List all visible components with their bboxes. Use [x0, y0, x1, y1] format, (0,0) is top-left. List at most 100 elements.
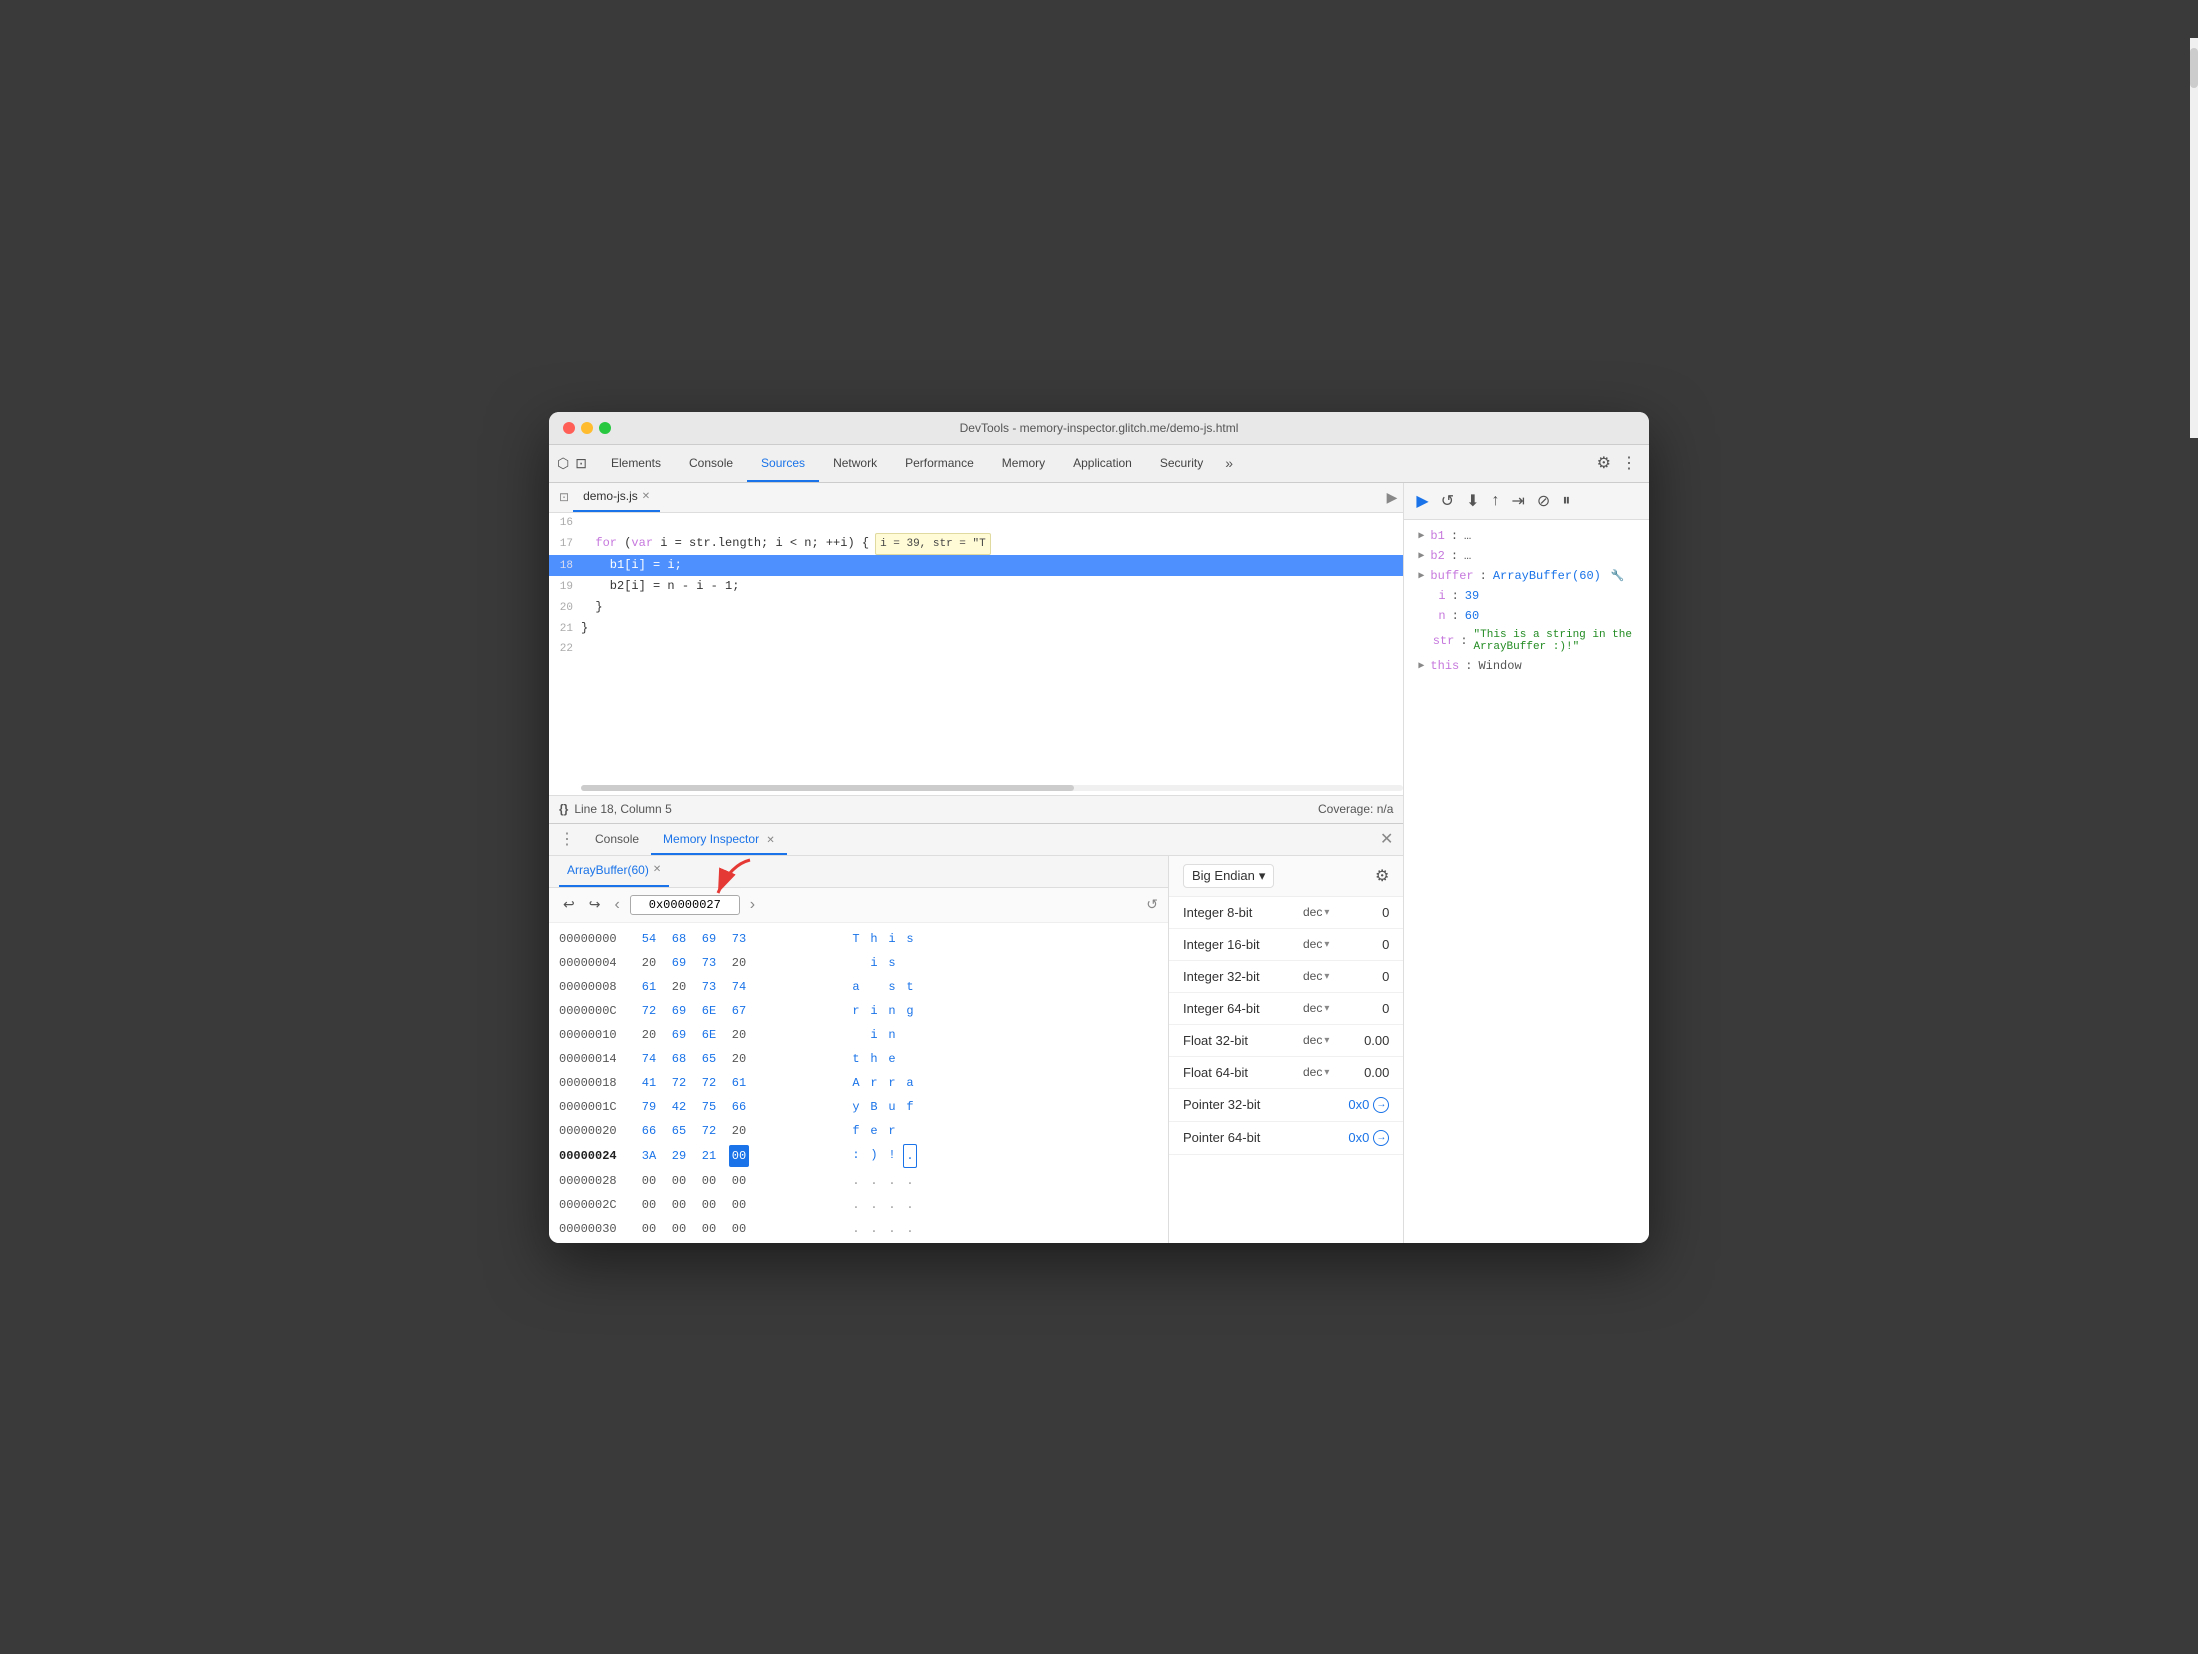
- bottom-menu-icon[interactable]: ⋮: [559, 829, 575, 849]
- cursor-icon[interactable]: ⬡: [557, 455, 569, 472]
- value-link-ptr32[interactable]: 0x0 →: [1348, 1097, 1389, 1113]
- editor-filename: demo-js.js: [583, 489, 638, 503]
- value-link-ptr64[interactable]: 0x0 →: [1348, 1130, 1389, 1146]
- endian-select[interactable]: Big Endian ▾: [1183, 864, 1274, 888]
- editor-close-icon[interactable]: ✕: [642, 491, 650, 502]
- hex-address-container: [630, 895, 740, 915]
- hex-addr: 00000000: [559, 928, 639, 950]
- code-line-19: 19 b2[i] = n - i - 1;: [549, 576, 1403, 597]
- more-tabs-button[interactable]: »: [1217, 444, 1241, 482]
- value-row-int32: Integer 32-bit dec ▾ 0: [1169, 961, 1403, 993]
- value-panel-gear-icon[interactable]: ⚙: [1375, 866, 1389, 886]
- endian-label: Big Endian: [1192, 868, 1255, 883]
- hex-row-12: 00000030 00 00 00 00 . .: [549, 1217, 1168, 1241]
- hex-prev-button[interactable]: ‹: [610, 894, 623, 916]
- value-format-int16[interactable]: dec ▾: [1303, 937, 1329, 951]
- hex-row-8: 00000020 66 65 72 20 f e: [549, 1119, 1168, 1143]
- memory-inspector-close-icon[interactable]: ✕: [766, 835, 774, 846]
- editor-nav-icon[interactable]: ⊡: [555, 490, 573, 504]
- minimize-button[interactable]: [581, 422, 593, 434]
- hex-chars: T h i s: [849, 928, 917, 950]
- tab-network[interactable]: Network: [819, 444, 891, 482]
- tab-sources[interactable]: Sources: [747, 444, 819, 482]
- devtools-nav-icons: ⬡ ⊡: [557, 455, 587, 472]
- resume-button[interactable]: ▶: [1414, 489, 1430, 513]
- ptr32-link-icon: →: [1373, 1097, 1389, 1113]
- value-row-int8: Integer 8-bit dec ▾ 0: [1169, 897, 1403, 929]
- value-label-float32: Float 32-bit: [1183, 1033, 1303, 1048]
- value-label-int32: Integer 32-bit: [1183, 969, 1303, 984]
- buffer-memory-icon[interactable]: 🔧: [1611, 569, 1625, 583]
- hex-next-button[interactable]: ›: [746, 894, 759, 916]
- value-label-int8: Integer 8-bit: [1183, 905, 1303, 920]
- scope-item-b2: ▶ b2 : …: [1404, 546, 1649, 566]
- this-expand-icon[interactable]: ▶: [1418, 660, 1424, 672]
- value-label-int64: Integer 64-bit: [1183, 1001, 1303, 1016]
- deactivate-breakpoints-button[interactable]: ⊘: [1535, 489, 1552, 513]
- hex-forward-button[interactable]: ↪: [585, 894, 605, 915]
- b1-expand-icon[interactable]: ▶: [1418, 530, 1424, 542]
- hex-back-button[interactable]: ↩: [559, 894, 579, 915]
- hex-row-0: 00000000 54 68 69 73 T h: [549, 927, 1168, 951]
- arraybuffer-tabs: ArrayBuffer(60) ✕: [549, 856, 1168, 888]
- value-number-float64: 0.00: [1329, 1065, 1389, 1080]
- value-format-float32[interactable]: dec ▾: [1303, 1033, 1329, 1047]
- value-number-float32: 0.00: [1329, 1033, 1389, 1048]
- tab-application[interactable]: Application: [1059, 444, 1146, 482]
- debugger-toolbar: ▶ ↺ ⬇ ↑ ⇥ ⊘ ⏸: [1404, 483, 1649, 520]
- value-format-float64[interactable]: dec ▾: [1303, 1065, 1329, 1079]
- mobile-icon[interactable]: ⊡: [575, 455, 587, 472]
- hex-row-6: 00000018 41 72 72 61 A r: [549, 1071, 1168, 1095]
- hex-row-3: 0000000C 72 69 6E 67 r i: [549, 999, 1168, 1023]
- bottom-panel-close-icon[interactable]: ✕: [1380, 829, 1393, 849]
- value-panel: Big Endian ▾ ⚙ Integer 8-bit dec: [1169, 856, 1403, 1243]
- pause-on-exceptions-button[interactable]: ⏸: [1560, 490, 1572, 512]
- endian-row: Big Endian ▾ ⚙: [1169, 856, 1403, 897]
- value-format-int32[interactable]: dec ▾: [1303, 969, 1329, 983]
- b2-expand-icon[interactable]: ▶: [1418, 550, 1424, 562]
- bottom-panel: ⋮ Console Memory Inspector ✕ ✕: [549, 823, 1403, 1243]
- value-row-float32: Float 32-bit dec ▾ 0.00: [1169, 1025, 1403, 1057]
- editor-file-tab[interactable]: demo-js.js ✕: [573, 482, 660, 512]
- hex-address-input[interactable]: [630, 895, 740, 915]
- editor-forward-icon[interactable]: ▶: [1387, 489, 1398, 506]
- step-over-button[interactable]: ⬇: [1464, 489, 1481, 513]
- pause-button[interactable]: ↺: [1439, 489, 1456, 513]
- hex-row-10: 00000028 00 00 00 00 . .: [549, 1169, 1168, 1193]
- arraybuffer-tab[interactable]: ArrayBuffer(60) ✕: [559, 856, 669, 888]
- tab-memory-inspector[interactable]: Memory Inspector ✕: [651, 823, 787, 855]
- value-label-ptr32: Pointer 32-bit: [1183, 1097, 1303, 1112]
- hex-row-11: 0000002C 00 00 00 00 . .: [549, 1193, 1168, 1217]
- value-number-int64: 0: [1329, 1001, 1389, 1016]
- tab-performance[interactable]: Performance: [891, 444, 988, 482]
- scope-variables: ▶ b1 : … ▶ b2 : … ▶ buffer : ArrayBuffer…: [1404, 520, 1649, 1243]
- tab-console[interactable]: Console: [675, 444, 747, 482]
- close-button[interactable]: [563, 422, 575, 434]
- hex-refresh-button[interactable]: ↺: [1146, 896, 1158, 913]
- tab-elements[interactable]: Elements: [597, 444, 675, 482]
- devtools-window: DevTools - memory-inspector.glitch.me/de…: [549, 412, 1649, 1243]
- arraybuffer-tab-close[interactable]: ✕: [653, 856, 661, 887]
- tab-security[interactable]: Security: [1146, 444, 1217, 482]
- tab-memory[interactable]: Memory: [988, 444, 1059, 482]
- code-line-21: 21 }: [549, 618, 1403, 639]
- arraybuffer-tab-label: ArrayBuffer(60): [567, 856, 649, 887]
- devtools-tabs-bar: ⬡ ⊡ Elements Console Sources Network Per…: [549, 445, 1649, 483]
- value-format-int64[interactable]: dec ▾: [1303, 1001, 1329, 1015]
- buffer-expand-icon[interactable]: ▶: [1418, 570, 1424, 582]
- title-bar: DevTools - memory-inspector.glitch.me/de…: [549, 412, 1649, 445]
- value-number-int16: 0: [1329, 937, 1389, 952]
- value-format-int8[interactable]: dec ▾: [1303, 905, 1329, 919]
- scope-item-this: ▶ this : Window: [1404, 656, 1649, 676]
- value-label-int16: Integer 16-bit: [1183, 937, 1303, 952]
- maximize-button[interactable]: [599, 422, 611, 434]
- step-out-button[interactable]: ⇥: [1510, 489, 1527, 513]
- settings-gear-icon[interactable]: ⚙: [1591, 453, 1617, 473]
- code-line-18: 18 b1[i] = i;: [549, 555, 1403, 576]
- step-into-button[interactable]: ↑: [1490, 490, 1502, 512]
- more-options-icon[interactable]: ⋮: [1617, 453, 1641, 473]
- tab-console-bottom[interactable]: Console: [583, 823, 651, 855]
- scope-item-str: str : "This is a string in the ArrayBuff…: [1404, 626, 1649, 656]
- scope-item-i: i : 39: [1404, 586, 1649, 606]
- hex-bytes: 54 68 69 73: [639, 928, 839, 950]
